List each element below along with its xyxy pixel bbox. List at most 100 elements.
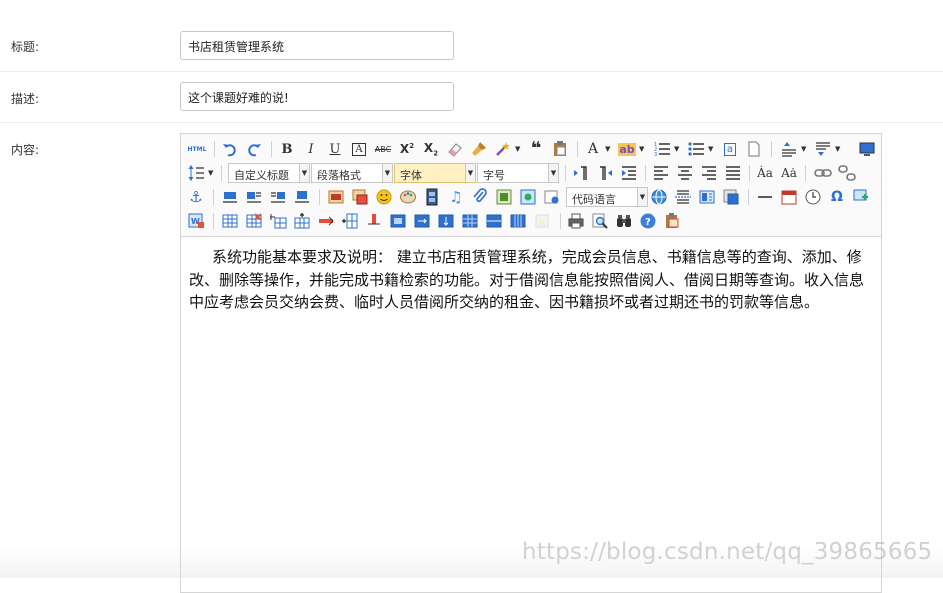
align-justify-button[interactable]	[723, 163, 743, 183]
merge-cells-button[interactable]	[388, 211, 408, 231]
editor-content[interactable]: 系统功能基本要求及说明： 建立书店租赁管理系统，完成会员信息、书籍信息等的查询、…	[189, 246, 875, 314]
chart-button[interactable]	[532, 211, 552, 231]
insert-table-button[interactable]	[220, 211, 240, 231]
undo-button[interactable]	[220, 139, 240, 159]
insert-anchor-text-button[interactable]: a	[720, 139, 740, 159]
font-color-button[interactable]: A	[583, 139, 603, 159]
special-chars-button[interactable]: Ω	[827, 187, 847, 207]
anchor-button[interactable]: ⚓	[186, 187, 206, 207]
insert-paragraph-before-table-button[interactable]	[268, 211, 288, 231]
simple-upload-button[interactable]	[326, 187, 346, 207]
font-border-icon: A	[352, 142, 366, 156]
insert-frame-button[interactable]	[542, 187, 562, 207]
split-cols-button[interactable]	[508, 211, 528, 231]
image-none-button[interactable]	[220, 187, 240, 207]
highlight-dropdown-arrow[interactable]: ▼	[639, 145, 644, 153]
indent-button[interactable]	[619, 163, 639, 183]
custom-title-select[interactable]: 自定义标题 ▼	[228, 163, 310, 183]
ordered-list-button[interactable]: 123	[652, 139, 672, 159]
unordered-list-dropdown-arrow[interactable]: ▼	[708, 145, 713, 153]
source-html-button[interactable]: HTML	[186, 139, 208, 159]
row-spacing-bottom-button[interactable]	[813, 139, 833, 159]
ordered-list-dropdown-arrow[interactable]: ▼	[674, 145, 679, 153]
insert-row-button[interactable]	[292, 211, 312, 231]
map-button[interactable]	[494, 187, 514, 207]
font-family-select[interactable]: 字体 ▼	[394, 163, 476, 183]
code-language-select[interactable]: 代码语言 ▼	[566, 187, 648, 207]
image-right-icon	[271, 192, 285, 203]
align-left-button[interactable]	[651, 163, 671, 183]
align-right-button[interactable]	[699, 163, 719, 183]
title-input[interactable]: 书店租赁管理系统	[180, 31, 454, 60]
align-center-button[interactable]	[675, 163, 695, 183]
bold-button[interactable]: B	[277, 139, 297, 159]
merge-cells-icon	[390, 214, 406, 228]
font-border-button[interactable]: A	[349, 139, 369, 159]
scrawl-button[interactable]	[398, 187, 418, 207]
image-left-button[interactable]	[244, 187, 264, 207]
insert-video-button[interactable]	[422, 187, 442, 207]
search-replace-button[interactable]	[614, 211, 634, 231]
lowercase-button[interactable]: Aȧ	[779, 163, 799, 183]
insert-image-button[interactable]	[350, 187, 370, 207]
drafts-button[interactable]	[662, 211, 682, 231]
merge-down-button[interactable]	[436, 211, 456, 231]
underline-button[interactable]: U	[325, 139, 345, 159]
image-right-button[interactable]	[268, 187, 288, 207]
insert-col-button[interactable]	[340, 211, 360, 231]
help-button[interactable]: ?	[638, 211, 658, 231]
link-button[interactable]	[813, 163, 833, 183]
rtl-button[interactable]	[595, 163, 615, 183]
split-rows-button[interactable]	[484, 211, 504, 231]
font-color-dropdown-arrow[interactable]: ▼	[605, 145, 610, 153]
unlink-button[interactable]	[837, 163, 857, 183]
ltr-button[interactable]	[571, 163, 591, 183]
paste-plain-button[interactable]	[550, 139, 570, 159]
row-spacing-top-button[interactable]	[779, 139, 799, 159]
desc-input[interactable]: 这个课题好难的说!	[180, 82, 454, 111]
split-cells-button[interactable]	[460, 211, 480, 231]
strikethrough-button[interactable]: ABC	[373, 139, 393, 159]
auto-format-dropdown-arrow[interactable]: ▼	[515, 145, 520, 153]
gmap-button[interactable]	[518, 187, 538, 207]
word-image-button[interactable]: W	[186, 211, 206, 231]
superscript-button[interactable]: X2	[397, 139, 417, 159]
redo-button[interactable]	[244, 139, 264, 159]
format-painter-button[interactable]	[469, 139, 489, 159]
blockquote-button[interactable]: ❝	[526, 139, 546, 159]
line-height-button[interactable]	[186, 163, 206, 183]
snapscreen-button[interactable]	[851, 187, 871, 207]
insert-time-button[interactable]	[803, 187, 823, 207]
preview-button[interactable]	[590, 211, 610, 231]
line-height-dropdown-arrow[interactable]: ▼	[208, 169, 213, 177]
merge-right-button[interactable]	[412, 211, 432, 231]
row-spacing-top-dropdown-arrow[interactable]: ▼	[801, 145, 806, 153]
template-button[interactable]	[697, 187, 717, 207]
fullscreen-button[interactable]	[857, 139, 877, 159]
uppercase-button[interactable]: Ȧa	[755, 163, 775, 183]
delete-row-button[interactable]	[316, 211, 336, 231]
page-break-button[interactable]	[744, 139, 764, 159]
toolbar-separator	[214, 141, 215, 157]
pagebreak-button[interactable]	[673, 187, 693, 207]
unordered-list-button[interactable]	[686, 139, 706, 159]
font-size-select[interactable]: 字号 ▼	[477, 163, 559, 183]
print-button[interactable]	[566, 211, 586, 231]
paragraph-format-select[interactable]: 段落格式 ▼	[311, 163, 393, 183]
emotion-button[interactable]	[374, 187, 394, 207]
highlight-button[interactable]: ab	[617, 139, 637, 159]
eraser-button[interactable]	[445, 139, 465, 159]
image-center-button[interactable]	[292, 187, 312, 207]
subscript-button[interactable]: X2	[421, 139, 441, 159]
background-button[interactable]	[721, 187, 741, 207]
italic-button[interactable]: I	[301, 139, 321, 159]
row-spacing-bottom-dropdown-arrow[interactable]: ▼	[835, 145, 840, 153]
attachment-button[interactable]	[470, 187, 490, 207]
auto-format-button[interactable]	[493, 139, 513, 159]
delete-table-button[interactable]	[244, 211, 264, 231]
webapp-button[interactable]	[649, 187, 669, 207]
delete-col-button[interactable]	[364, 211, 384, 231]
insert-date-button[interactable]	[779, 187, 799, 207]
horizontal-rule-button[interactable]	[755, 187, 775, 207]
music-button[interactable]: ♫	[446, 187, 466, 207]
